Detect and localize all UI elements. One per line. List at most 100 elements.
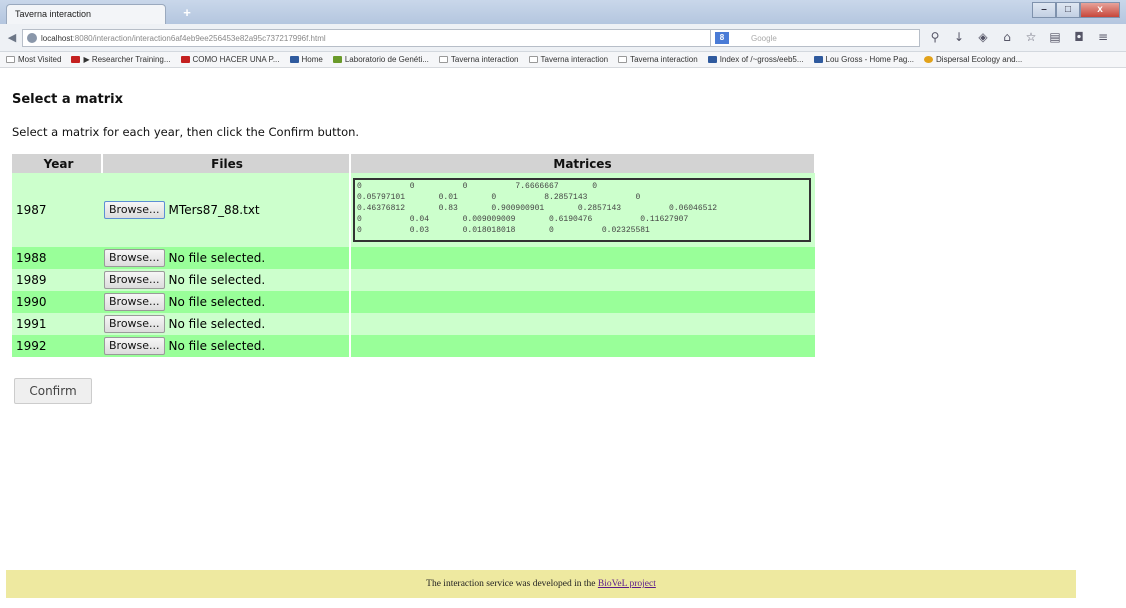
bookmark-label: Most Visited [18,55,62,64]
pocket-icon[interactable]: ◘ [1072,30,1086,44]
bookmark-label: Lou Gross - Home Pag... [825,55,915,64]
confirm-button[interactable]: Confirm [14,378,92,404]
browse-button[interactable]: Browse... [104,315,165,333]
table-row: 1992 Browse... No file selected. [12,335,815,357]
year-cell: 1989 [12,269,102,291]
close-button[interactable]: x [1080,2,1120,18]
bookmarks-list-icon[interactable]: ▤ [1048,30,1062,44]
bookmark-icon [6,56,15,63]
browse-button[interactable]: Browse... [104,249,165,267]
year-cell: 1990 [12,291,102,313]
browse-button[interactable]: Browse... [104,271,165,289]
bookmark-item[interactable]: Lou Gross - Home Pag... [813,55,915,64]
table-row: 1988 Browse... No file selected. [12,247,815,269]
bookmark-label: Taverna interaction [540,55,609,64]
bioverl-project-link[interactable]: BioVeL project [598,579,656,589]
footer-text: The interaction service was developed in… [426,579,598,589]
bookmark-item[interactable]: COMO HACER UNA P... [180,55,280,64]
file-cell: Browse... MTers87_88.txt [102,173,350,247]
year-cell: 1991 [12,313,102,335]
home-icon[interactable]: ⌂ [1000,30,1014,44]
bookmark-item[interactable]: Dispersal Ecology and... [924,55,1022,64]
file-cell: Browse... No file selected. [102,247,350,269]
menu-icon[interactable]: ≡ [1096,30,1110,44]
browse-button[interactable]: Browse... [104,293,165,311]
matrix-textarea[interactable]: 0 0 0 7.6666667 0 0.05797101 0.01 0 8.28… [353,178,811,242]
matrix-cell [349,269,815,291]
bookmark-label: Taverna interaction [630,55,698,64]
toolbar-icons: ⚲ ↓ ◈ ⌂ ☆ ▤ ◘ ≡ [928,30,1110,44]
selected-file-name: No file selected. [168,339,266,353]
file-cell: Browse... No file selected. [102,335,350,357]
bookmark-item[interactable]: ▶ Researcher Training... [71,55,171,64]
bookmark-item[interactable]: Taverna interaction [618,55,698,64]
table-row: 1987 Browse... MTers87_88.txt 0 0 0 7.66666… [12,173,815,247]
url-bar[interactable]: localhost:8080/interaction/interaction6a… [22,29,734,47]
year-cell: 1992 [12,335,102,357]
table-header-row: Year Files Matrices [12,154,816,173]
matrix-selection-table: Year Files Matrices 1987 Browse... MTers87… [12,154,816,357]
instruction-text: Select a matrix for each year, then clic… [12,125,360,139]
browse-button[interactable]: Browse... [104,337,165,355]
browse-button[interactable]: Browse... [104,201,165,219]
bookmarks-toolbar: Most Visited ▶ Researcher Training... COMO… [0,52,1126,68]
search-icon[interactable]: ⚲ [928,30,942,44]
bookmark-label: Laboratorio de Genéti... [344,55,429,64]
bookmark-icon [71,56,81,63]
bookmark-item[interactable]: Index of /~gross/eeb5... [707,55,804,64]
maximize-button[interactable]: □ [1056,2,1080,18]
bookmark-icon [813,56,823,63]
bookmark-star-icon[interactable]: ☆ [1024,30,1038,44]
bookmark-item[interactable]: Most Visited [6,55,61,64]
download-icon[interactable]: ↓ [952,30,966,44]
bookmark-icon [528,56,538,63]
selected-file-name: No file selected. [168,251,266,265]
selected-file-name: No file selected. [168,317,266,331]
window-controls: – □ x [1032,2,1120,18]
column-header-year: Year [12,154,103,173]
table-row: 1990 Browse... No file selected. [12,291,815,313]
matrix-cell [349,335,815,357]
bookmark-icon [924,56,934,63]
bookmark-icon [438,56,448,63]
bookmark-label: Taverna interaction [450,55,519,64]
site-identity-icon[interactable] [27,33,37,43]
file-cell: Browse... No file selected. [102,291,350,313]
bookmark-item[interactable]: Home [289,55,323,64]
bookmark-label: Dispersal Ecology and... [936,55,1023,64]
matrix-cell: 0 0 0 7.6666667 0 0.05797101 0.01 0 8.28… [349,173,815,247]
search-input[interactable]: 8 Google [710,29,920,47]
file-cell: Browse... No file selected. [102,313,350,335]
page-content: Select a matrix Select a matrix for each… [12,92,1112,139]
bookmark-label: Index of /~gross/eeb5... [719,55,804,64]
bookmark-item[interactable]: Taverna interaction [528,55,609,64]
addon-icon[interactable]: ◈ [976,30,990,44]
selected-file-name: No file selected. [168,273,266,287]
bookmark-label: ▶ Researcher Training... [83,55,171,64]
new-tab-button[interactable]: + [176,6,198,20]
bookmark-icon [180,56,190,63]
back-icon[interactable]: ◀ [4,30,20,46]
bookmark-icon [289,56,299,63]
year-cell: 1987 [12,173,102,247]
selected-file-name: No file selected. [168,295,266,309]
column-header-files: Files [102,154,351,173]
matrix-cell [349,291,815,313]
bookmark-label: COMO HACER UNA P... [192,55,280,64]
url-path: :8080/interaction/interaction6af4eb9ee25… [72,34,326,43]
navigation-bar: ◀ localhost:8080/interaction/interaction… [0,24,1126,52]
bookmark-item[interactable]: Laboratorio de Genéti... [332,55,429,64]
browser-tab[interactable]: Taverna interaction [6,4,166,24]
minimize-button[interactable]: – [1032,2,1056,18]
search-engine-icon[interactable]: 8 [715,32,729,44]
search-placeholder: Google [751,34,777,43]
bookmark-item[interactable]: Taverna interaction [438,55,519,64]
year-cell: 1988 [12,247,102,269]
bookmark-icon [332,56,342,63]
tab-title: Taverna interaction [15,9,92,19]
selected-file-name: MTers87_88.txt [168,203,260,217]
column-header-matrices: Matrices [349,154,816,173]
title-bar: Taverna interaction + – □ x [0,0,1126,24]
file-cell: Browse... No file selected. [102,269,350,291]
table-row: 1991 Browse... No file selected. [12,313,815,335]
